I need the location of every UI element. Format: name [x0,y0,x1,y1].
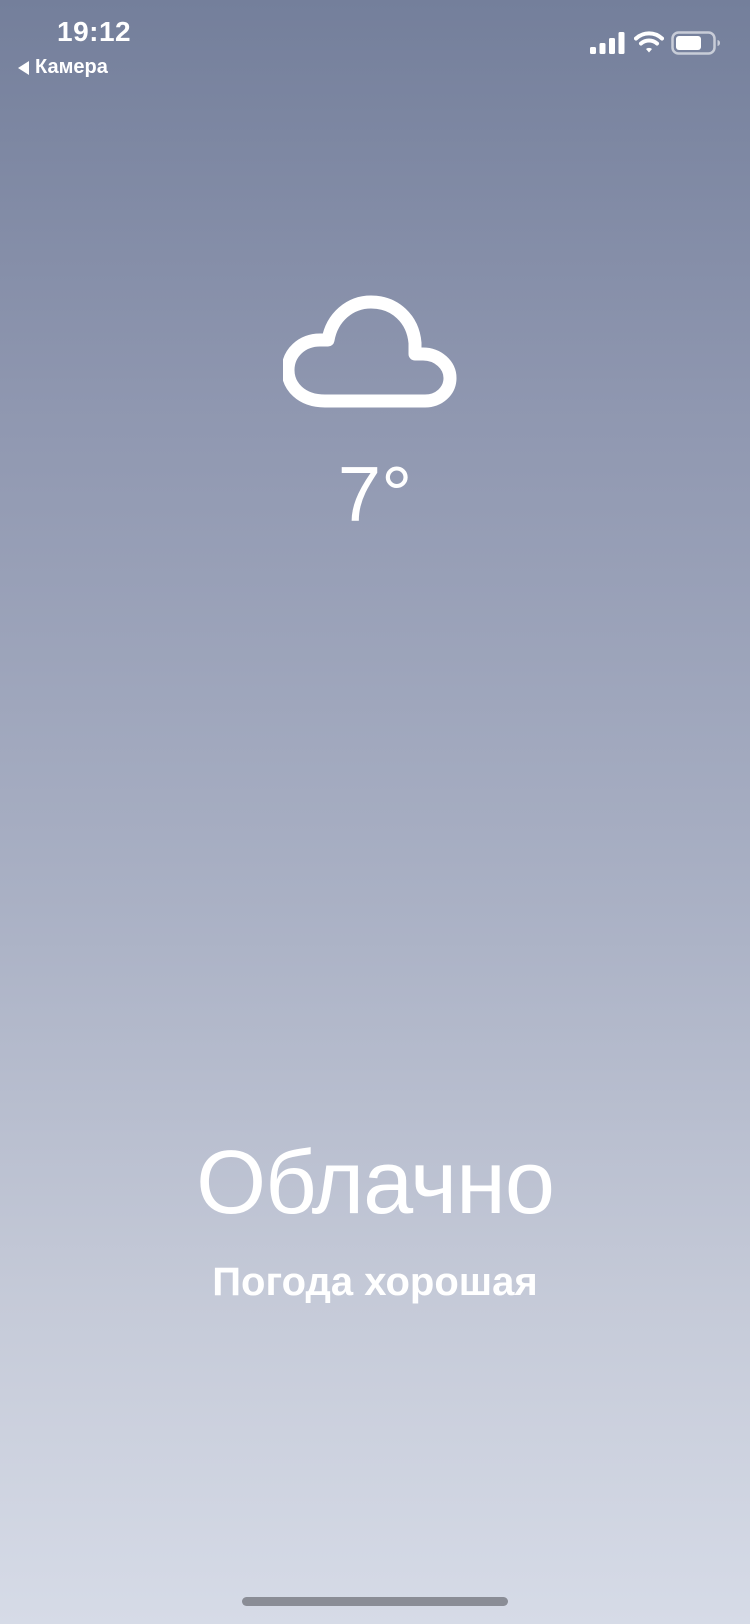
status-time: 19:12 [57,16,132,47]
status-bar: 19:12 Камера [0,0,750,90]
home-indicator[interactable] [242,1597,508,1606]
battery-icon [671,31,720,55]
back-to-camera-link[interactable]: Камера [18,56,108,79]
cloud-icon [283,295,457,408]
back-arrow-icon [18,60,29,75]
signal-icon [590,32,625,54]
weather-comment: Погода хорошая [212,1260,538,1304]
back-link-label: Камера [35,56,108,78]
weather-condition: Облачно [196,1133,555,1233]
temperature: 7° [337,450,413,538]
wifi-icon [634,31,664,53]
